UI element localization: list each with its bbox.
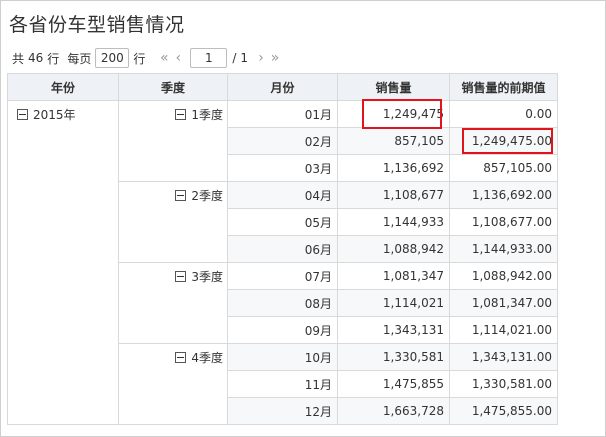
month-cell: 09月	[227, 316, 338, 344]
sales-cell: 1,136,692	[337, 154, 450, 182]
page-number-input[interactable]: 1	[190, 48, 228, 68]
month-cell: 04月	[227, 181, 338, 209]
prev-cell: 1,108,677.00	[449, 208, 558, 236]
month-cell: 05月	[227, 208, 338, 236]
per-page-label: 每页	[67, 51, 92, 66]
month-cell: 10月	[227, 343, 338, 371]
sales-cell: 1,088,942	[337, 235, 450, 263]
quarter-cell[interactable]: 2季度	[118, 181, 228, 263]
prev-cell: 0.00	[449, 100, 558, 128]
minus-square-icon[interactable]	[175, 190, 187, 201]
prev-cell: 1,081,347.00	[449, 289, 558, 317]
month-cell: 03月	[227, 154, 338, 182]
month-cell: 06月	[227, 235, 338, 263]
month-cell: 07月	[227, 262, 338, 290]
column-header-sales[interactable]: 销售量	[337, 73, 450, 101]
pagination-bar: 共 46 行 每页 200 行 « ‹ 1 / 1 › »	[12, 47, 282, 69]
sales-cell: 1,330,581	[337, 343, 450, 371]
prev-cell: 1,475,855.00	[449, 397, 558, 425]
column-header-month[interactable]: 月份	[227, 73, 338, 101]
chevron-right-icon[interactable]: ›	[254, 50, 268, 66]
total-count: 46	[28, 51, 44, 65]
quarter-cell[interactable]: 3季度	[118, 262, 228, 344]
month-cell: 12月	[227, 397, 338, 425]
prev-cell: 1,114,021.00	[449, 316, 558, 344]
minus-square-icon[interactable]	[175, 352, 187, 363]
quarter-cell[interactable]: 1季度	[118, 100, 228, 182]
quarter-label: 2季度	[191, 189, 223, 203]
quarter-label: 4季度	[191, 351, 223, 365]
prev-value: 1,249,475.00	[471, 134, 552, 148]
month-cell: 02月	[227, 127, 338, 155]
sales-cell: 857,105	[337, 127, 450, 155]
column-header-previous-value[interactable]: 销售量的前期值	[449, 73, 558, 101]
sales-cell: 1,663,728	[337, 397, 450, 425]
pages-separator: /	[232, 51, 237, 65]
rows-label: 行	[133, 51, 146, 66]
report-panel: 各省份车型销售情况 共 46 行 每页 200 行 « ‹ 1 / 1 › » …	[0, 0, 606, 437]
minus-square-icon[interactable]	[175, 271, 187, 282]
quarter-label: 3季度	[191, 270, 223, 284]
page-size-input[interactable]: 200	[95, 48, 130, 68]
total-suffix: 行	[47, 51, 60, 66]
column-header-year[interactable]: 年份	[7, 73, 119, 101]
prev-cell: 1,330,581.00	[449, 370, 558, 398]
year-cell[interactable]: 2015年	[7, 100, 119, 425]
table-header-row: 年份 季度 月份 销售量 销售量的前期值	[7, 73, 558, 101]
chevron-left-icon[interactable]: ‹	[171, 50, 185, 66]
report-title: 各省份车型销售情况	[9, 14, 185, 36]
sales-cell: 1,144,933	[337, 208, 450, 236]
prev-cell: 1,136,692.00	[449, 181, 558, 209]
quarter-cell[interactable]: 4季度	[118, 343, 228, 425]
sales-value: 1,249,475	[382, 107, 444, 121]
double-chevron-left-icon[interactable]: «	[157, 50, 171, 66]
prev-cell: 857,105.00	[449, 154, 558, 182]
month-cell: 01月	[227, 100, 338, 128]
sales-cell: 1,343,131	[337, 316, 450, 344]
column-header-quarter[interactable]: 季度	[118, 73, 228, 101]
sales-cell-highlighted: 1,249,475	[337, 99, 450, 129]
quarter-label: 1季度	[191, 108, 223, 122]
table-row: 2015年 1季度 01月 1,249,475 0.00	[7, 99, 558, 425]
prev-cell: 1,088,942.00	[449, 262, 558, 290]
sales-cell: 1,114,021	[337, 289, 450, 317]
total-pages: 1	[240, 51, 249, 65]
year-label: 2015年	[33, 108, 76, 122]
total-prefix: 共	[12, 51, 25, 66]
prev-cell: 1,144,933.00	[449, 235, 558, 263]
sales-cell: 1,081,347	[337, 262, 450, 290]
sales-cell: 1,108,677	[337, 181, 450, 209]
month-cell: 11月	[227, 370, 338, 398]
sales-table: 年份 季度 月份 销售量 销售量的前期值 2015年 1季度 01月 1,249…	[7, 73, 558, 425]
prev-cell: 1,343,131.00	[449, 343, 558, 371]
sales-cell: 1,475,855	[337, 370, 450, 398]
minus-square-icon[interactable]	[175, 109, 187, 120]
double-chevron-right-icon[interactable]: »	[268, 50, 282, 66]
minus-square-icon[interactable]	[17, 109, 28, 120]
prev-cell-highlighted: 1,249,475.00	[449, 127, 558, 155]
month-cell: 08月	[227, 289, 338, 317]
